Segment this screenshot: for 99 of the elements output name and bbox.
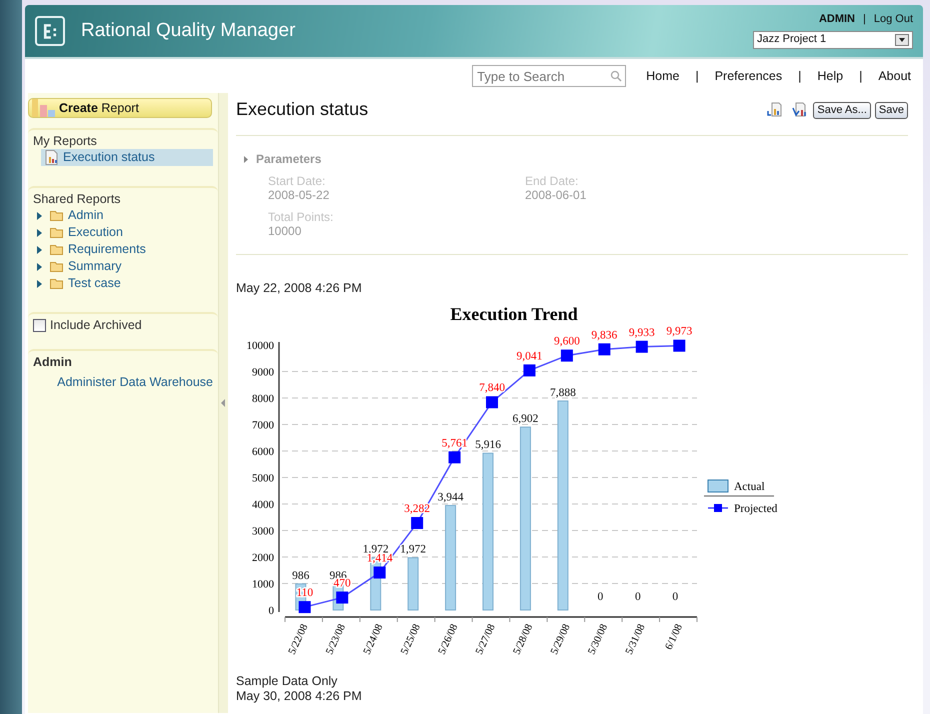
legend-swatch	[708, 480, 728, 492]
section-heading: Shared Reports	[33, 192, 122, 207]
y-tick-label: 8000	[252, 393, 274, 405]
y-tick-label: 10000	[246, 340, 274, 352]
data-label: 0	[598, 591, 604, 603]
marker	[298, 601, 311, 614]
separator: |	[695, 68, 699, 84]
y-tick-label: 2000	[252, 552, 274, 564]
report-item[interactable]: Execution status	[41, 149, 213, 166]
legend-label: Projected	[734, 503, 778, 515]
data-label: 9,973	[666, 326, 692, 338]
user-name: ADMIN	[818, 13, 855, 27]
project-dropdown[interactable]: Jazz Project 1	[753, 30, 913, 49]
admin-link[interactable]: Administer Data Warehouse	[33, 374, 213, 391]
data-label: 0	[672, 591, 678, 603]
expand-icon[interactable]	[37, 212, 42, 220]
expand-icon[interactable]	[244, 156, 248, 162]
expand-icon[interactable]	[37, 246, 42, 254]
y-tick-label: 4000	[252, 499, 274, 511]
expand-icon[interactable]	[37, 228, 42, 236]
section-heading: Admin	[33, 355, 73, 370]
marker	[336, 592, 348, 604]
section-heading: My Reports	[33, 134, 98, 149]
data-label: 1,414	[366, 552, 393, 565]
y-tick-label: 5000	[252, 472, 274, 484]
create-report-button[interactable]: Create Report	[28, 98, 212, 118]
data-label: 9,836	[591, 329, 618, 342]
field-value: 2008-05-22	[268, 188, 330, 202]
data-label: 9,600	[554, 336, 580, 348]
report-date: May 22, 2008 4:26 PM	[236, 281, 363, 296]
data-label: 9,933	[628, 326, 655, 339]
y-tick-label: 7000	[252, 420, 274, 432]
data-label: 0	[634, 591, 641, 603]
nav-link[interactable]: Help	[817, 68, 844, 84]
data-label: 7,840	[479, 382, 505, 394]
data-label: 1,972	[400, 544, 426, 556]
y-tick-label: 3000	[252, 526, 274, 538]
nav-link[interactable]: Preferences	[714, 68, 782, 84]
report-icon	[45, 150, 59, 165]
marker	[523, 364, 536, 376]
data-label: 110	[296, 587, 314, 600]
nav-link[interactable]: About	[878, 68, 911, 84]
marker	[598, 343, 610, 356]
app-title: Rational Quality Manager	[81, 20, 296, 42]
folder-item[interactable]: Test case	[68, 275, 121, 292]
marker	[448, 451, 461, 464]
data-label: 7,888	[550, 386, 576, 399]
field-value: 2008-06-01	[525, 188, 588, 202]
export-icon[interactable]	[767, 102, 784, 118]
expand-icon[interactable]	[37, 262, 42, 270]
footer-text: Sample Data Only	[236, 674, 338, 689]
separator: |	[863, 13, 866, 27]
dropdown-icon	[895, 34, 909, 46]
folder-item[interactable]: Summary	[68, 258, 122, 275]
data-label: 6,902	[512, 413, 538, 426]
x-tick-label: 6/1/08	[664, 622, 685, 652]
field-label: Start Date:	[268, 174, 326, 188]
separator: |	[859, 68, 862, 84]
footer-text: May 30, 2008 4:26 PM	[236, 689, 363, 704]
marker	[374, 566, 386, 579]
data-label: 5,916	[475, 439, 501, 452]
logout-link[interactable]: Log Out	[874, 13, 913, 27]
legend-label: Actual	[734, 481, 765, 493]
search-field[interactable]: Type to Search	[472, 65, 626, 87]
folder-item[interactable]: Execution	[68, 224, 123, 241]
include-archived-checkbox[interactable]: Include Archived	[33, 318, 213, 333]
field-value: 10000	[268, 224, 302, 238]
folder-icon	[50, 244, 64, 255]
search-icon	[610, 70, 622, 82]
action-button[interactable]: Save	[874, 102, 908, 118]
data-label: 9,041	[516, 350, 542, 362]
expand-icon[interactable]	[37, 280, 42, 288]
folder-icon	[50, 278, 64, 289]
marker	[486, 396, 498, 408]
data-label: 3,944	[438, 491, 464, 504]
page-title: Execution status	[236, 99, 368, 121]
separator: |	[798, 68, 802, 84]
folder-item[interactable]: Admin	[68, 207, 104, 224]
action-button[interactable]: Save As...	[813, 102, 871, 118]
y-tick-label: 0	[268, 605, 274, 617]
marker	[560, 350, 573, 362]
bar	[408, 557, 419, 610]
marker	[673, 340, 686, 352]
marker	[636, 340, 648, 353]
legend-line-icon	[708, 504, 728, 512]
y-tick-label: 6000	[252, 446, 274, 458]
folder-icon	[50, 261, 64, 272]
field-label: End Date:	[525, 174, 580, 188]
field-label: Total Points:	[268, 210, 334, 224]
folder-icon	[50, 210, 64, 221]
folder-item[interactable]: Requirements	[68, 241, 146, 258]
logo-icon	[35, 16, 65, 46]
folder-icon	[50, 227, 64, 238]
y-tick-label: 9000	[252, 366, 274, 378]
data-label: 986	[292, 570, 310, 582]
nav-link[interactable]: Home	[646, 68, 680, 84]
marker	[411, 517, 424, 530]
chart-title: Execution Trend	[450, 304, 578, 324]
y-tick-label: 1000	[252, 578, 274, 590]
